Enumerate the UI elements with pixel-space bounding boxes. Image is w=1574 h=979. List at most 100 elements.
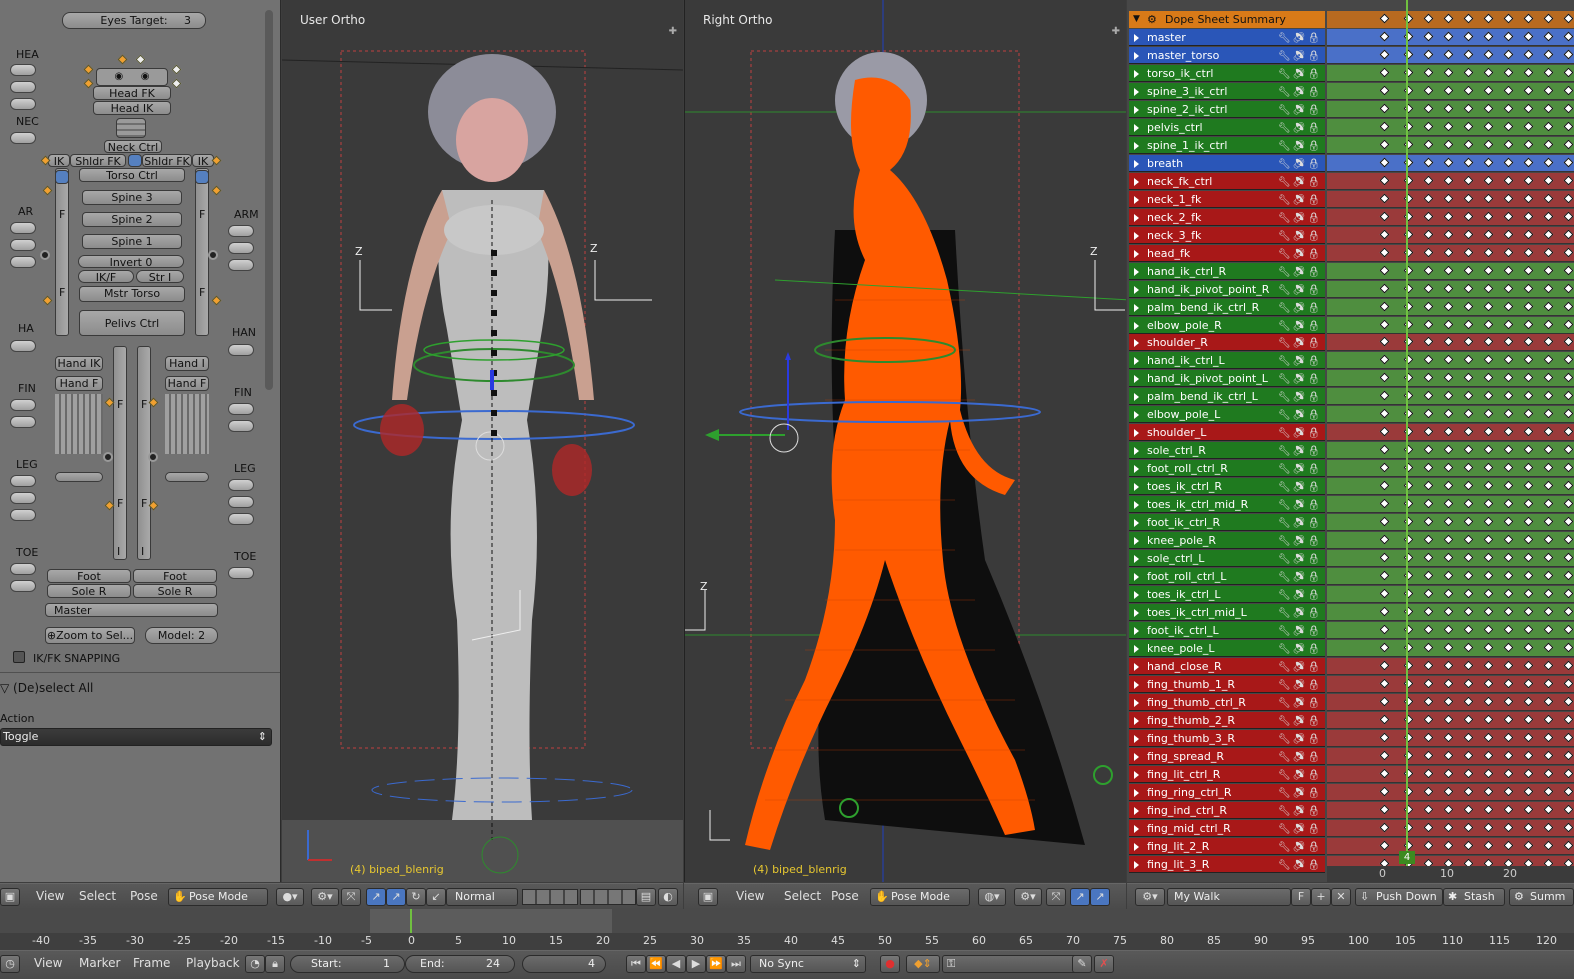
keyframe-diamond[interactable] bbox=[1443, 121, 1454, 132]
keyframe-row[interactable] bbox=[1327, 460, 1574, 478]
summary-keyframe-diamond[interactable] bbox=[1543, 13, 1554, 24]
toggle-leg-left-1[interactable] bbox=[10, 475, 36, 487]
keyframe-diamond[interactable] bbox=[1503, 678, 1514, 689]
keyframe-diamond[interactable] bbox=[1483, 786, 1494, 797]
keyframe-diamond[interactable] bbox=[1543, 606, 1554, 617]
channel-row[interactable]: sole_ctrl_R 🔧︎🔊︎🔒︎ bbox=[1129, 442, 1325, 460]
keyframe-diamond[interactable] bbox=[1543, 49, 1554, 60]
summary-keyframe-row[interactable] bbox=[1327, 11, 1574, 28]
keyframe-diamond[interactable] bbox=[1483, 301, 1494, 311]
arm-right-bar[interactable] bbox=[195, 168, 209, 336]
keyframe-diamond[interactable] bbox=[1543, 534, 1554, 545]
keyframe-diamond[interactable] bbox=[1379, 301, 1390, 311]
keyframe-diamond[interactable] bbox=[1379, 211, 1390, 222]
expand-arrow-icon[interactable] bbox=[1134, 123, 1139, 132]
toggle-leg-right-3[interactable] bbox=[228, 513, 254, 525]
expand-arrow-icon[interactable] bbox=[1134, 519, 1139, 528]
keyframe-diamond[interactable] bbox=[1523, 49, 1534, 60]
channel-toggle-icons[interactable]: 🔧︎🔊︎🔒︎ bbox=[1278, 587, 1322, 604]
keyframe-diamond[interactable] bbox=[1503, 426, 1514, 437]
head-diamond-1-icon[interactable] bbox=[117, 54, 128, 65]
keyframe-diamond[interactable] bbox=[1523, 337, 1534, 347]
arrow-icon[interactable]: ↗ bbox=[386, 888, 406, 906]
keyframe-diamond[interactable] bbox=[1483, 31, 1494, 42]
keyframe-diamond[interactable] bbox=[1443, 822, 1454, 833]
keyframe-diamond[interactable] bbox=[1563, 408, 1574, 419]
channel-toggle-icons[interactable]: 🔧︎🔊︎🔒︎ bbox=[1278, 48, 1322, 65]
keyframe-diamond[interactable] bbox=[1443, 157, 1454, 168]
keyframe-diamond[interactable] bbox=[1503, 49, 1514, 60]
keyframe-diamond[interactable] bbox=[1483, 372, 1494, 383]
keyframe-diamond[interactable] bbox=[1563, 355, 1574, 365]
summary-keyframe-diamond[interactable] bbox=[1423, 13, 1434, 24]
keyframe-diamond[interactable] bbox=[1443, 139, 1454, 150]
arm-right-link-icon[interactable] bbox=[195, 170, 209, 184]
keyframe-diamond[interactable] bbox=[1543, 193, 1554, 204]
channel-toggle-icons[interactable]: 🔧︎🔊︎🔒︎ bbox=[1278, 569, 1322, 586]
expand-arrow-icon[interactable] bbox=[1134, 644, 1139, 653]
keyframe-diamond[interactable] bbox=[1483, 516, 1494, 527]
keyframe-diamond[interactable] bbox=[1503, 337, 1514, 347]
keyframe-diamond[interactable] bbox=[1483, 355, 1494, 365]
keyframe-diamond[interactable] bbox=[1423, 372, 1434, 383]
keyframe-diamond[interactable] bbox=[1379, 193, 1390, 204]
keyframe-diamond[interactable] bbox=[1543, 498, 1554, 509]
keyframe-diamond[interactable] bbox=[1379, 588, 1390, 599]
keyframe-row[interactable] bbox=[1327, 370, 1574, 388]
toggle-toe-left-1[interactable] bbox=[10, 563, 36, 575]
expand-arrow-icon[interactable] bbox=[1134, 249, 1139, 258]
keyframe-diamond[interactable] bbox=[1423, 498, 1434, 509]
keyframe-diamond[interactable] bbox=[1443, 390, 1454, 401]
timeline-menu-frame[interactable]: Frame bbox=[127, 955, 176, 973]
channel-row[interactable]: neck_1_fk 🔧︎🔊︎🔒︎ bbox=[1129, 190, 1325, 208]
keyframe-diamond[interactable] bbox=[1463, 696, 1474, 707]
keyframe-diamond[interactable] bbox=[1379, 265, 1390, 276]
channel-toggle-icons[interactable]: 🔧︎🔊︎🔒︎ bbox=[1278, 497, 1322, 514]
keyframe-row[interactable] bbox=[1327, 424, 1574, 442]
keyframe-diamond[interactable] bbox=[1463, 606, 1474, 617]
keyframe-diamond[interactable] bbox=[1423, 624, 1434, 635]
shoulder-link-icon[interactable] bbox=[128, 154, 142, 167]
keyframe-diamond[interactable] bbox=[1463, 49, 1474, 60]
expand-arrow-icon[interactable] bbox=[1134, 555, 1139, 564]
keyframe-diamond[interactable] bbox=[1503, 247, 1514, 258]
head-diamond-6-icon[interactable] bbox=[171, 78, 182, 89]
expand-arrow-icon[interactable] bbox=[1134, 662, 1139, 671]
keyframe-diamond[interactable] bbox=[1443, 462, 1454, 473]
channel-row[interactable]: hand_ik_pivot_point_L 🔧︎🔊︎🔒︎ bbox=[1129, 370, 1325, 388]
keyframe-diamond[interactable] bbox=[1563, 157, 1574, 168]
channel-toggle-icons[interactable]: 🔧︎🔊︎🔒︎ bbox=[1278, 443, 1322, 460]
insert-keyframe-icon[interactable]: ✎ bbox=[1072, 955, 1092, 973]
keyframe-diamond[interactable] bbox=[1483, 696, 1494, 707]
translate-icon[interactable]: ↗ bbox=[366, 888, 386, 906]
fake-user-button[interactable]: F bbox=[1291, 888, 1311, 906]
keyframe-row[interactable] bbox=[1327, 568, 1574, 586]
keyframe-diamond[interactable] bbox=[1463, 570, 1474, 581]
channel-row[interactable]: fing_thumb_2_R 🔧︎🔊︎🔒︎ bbox=[1129, 711, 1325, 729]
channel-row[interactable]: fing_lit_2_R 🔧︎🔊︎🔒︎ bbox=[1129, 837, 1325, 855]
keyframe-diamond[interactable] bbox=[1423, 67, 1434, 78]
pivot-dropdown-icon[interactable]: ⚙▾ bbox=[311, 888, 339, 906]
keyframe-diamond[interactable] bbox=[1523, 121, 1534, 132]
shldr-fk-left-button[interactable]: Shldr FK bbox=[70, 154, 126, 167]
keyframe-diamond[interactable] bbox=[1523, 283, 1534, 294]
next-key-icon[interactable]: ⏩ bbox=[706, 955, 726, 973]
keyframe-row[interactable] bbox=[1327, 729, 1574, 747]
keyframe-diamond[interactable] bbox=[1503, 570, 1514, 581]
keyframe-diamond[interactable] bbox=[1379, 768, 1390, 779]
channel-row[interactable]: foot_roll_ctrl_R 🔧︎🔊︎🔒︎ bbox=[1129, 460, 1325, 478]
keyframe-diamond[interactable] bbox=[1503, 355, 1514, 365]
keyframe-diamond[interactable] bbox=[1463, 462, 1474, 473]
keyframe-diamond[interactable] bbox=[1443, 283, 1454, 294]
keyframe-diamond[interactable] bbox=[1523, 750, 1534, 761]
channel-row[interactable]: neck_2_fk 🔧︎🔊︎🔒︎ bbox=[1129, 208, 1325, 226]
neck-segments[interactable] bbox=[116, 118, 146, 138]
keyframe-diamond[interactable] bbox=[1543, 337, 1554, 347]
keyframe-row[interactable] bbox=[1327, 801, 1574, 819]
keyframe-diamond[interactable] bbox=[1503, 211, 1514, 222]
channel-row[interactable]: knee_pole_L 🔧︎🔊︎🔒︎ bbox=[1129, 639, 1325, 657]
keyframe-diamond[interactable] bbox=[1523, 534, 1534, 545]
elbow-left-icon[interactable] bbox=[40, 250, 50, 260]
channel-row[interactable]: shoulder_L 🔧︎🔊︎🔒︎ bbox=[1129, 424, 1325, 442]
keyframe-diamond[interactable] bbox=[1379, 426, 1390, 437]
